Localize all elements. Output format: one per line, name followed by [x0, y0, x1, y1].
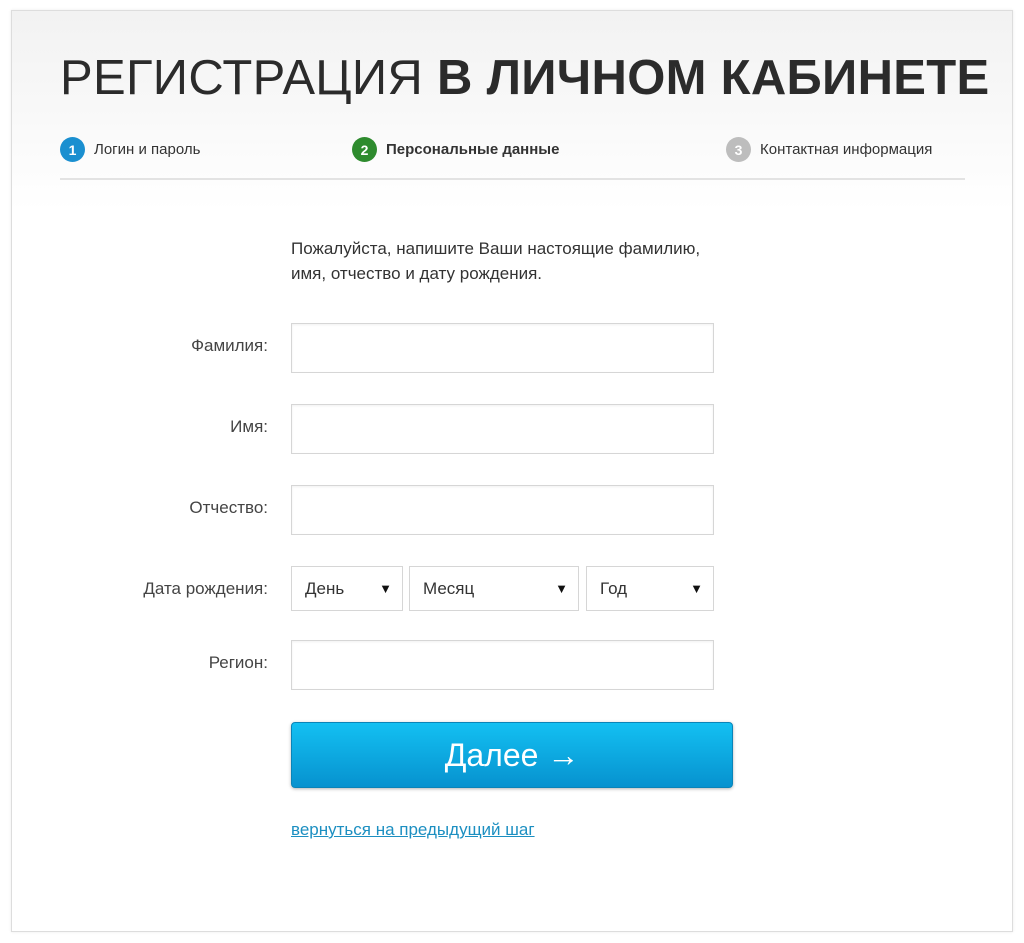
- step-number: 1: [60, 137, 85, 162]
- intro-line: Пожалуйста, напишите Ваши настоящие фами…: [291, 239, 701, 258]
- dropdown-arrow-icon: ▼: [379, 581, 392, 596]
- year-value: Год: [600, 578, 628, 598]
- surname-input[interactable]: [291, 323, 714, 373]
- title-light: РЕГИСТРАЦИЯ: [60, 51, 424, 105]
- month-select[interactable]: Месяц ▼: [409, 566, 579, 611]
- intro-line: имя, отчество и дату рождения.: [291, 264, 543, 283]
- name-input[interactable]: [291, 404, 714, 454]
- step-number: 3: [726, 137, 751, 162]
- next-button[interactable]: Далее →: [291, 722, 733, 788]
- back-link[interactable]: вернуться на предыдущий шаг: [291, 820, 535, 840]
- step-label: Контактная информация: [760, 141, 933, 158]
- step-2: 2 Персональные данные: [352, 137, 559, 162]
- day-value: День: [305, 578, 345, 598]
- step-label: Персональные данные: [386, 141, 560, 158]
- patronymic-label: Отчество:: [189, 498, 268, 517]
- birthdate-label: Дата рождения:: [143, 579, 268, 598]
- step-number: 2: [352, 137, 377, 162]
- page-title: РЕГИСТРАЦИЯ В ЛИЧНОМ КАБИНЕТЕ: [60, 50, 989, 106]
- patronymic-input[interactable]: [291, 485, 714, 535]
- name-label: Имя:: [230, 417, 268, 436]
- surname-label: Фамилия:: [191, 336, 268, 355]
- step-1: 1 Логин и пароль: [60, 137, 200, 162]
- dropdown-arrow-icon: ▼: [555, 581, 568, 596]
- step-label: Логин и пароль: [94, 141, 201, 158]
- title-bold: В ЛИЧНОМ КАБИНЕТЕ: [436, 51, 990, 105]
- divider: [60, 178, 965, 180]
- dropdown-arrow-icon: ▼: [690, 581, 703, 596]
- step-3: 3 Контактная информация: [726, 137, 932, 162]
- day-select[interactable]: День ▼: [291, 566, 403, 611]
- region-input[interactable]: [291, 640, 714, 690]
- region-label: Регион:: [208, 653, 268, 672]
- month-value: Месяц: [423, 578, 475, 598]
- year-select[interactable]: Год ▼: [586, 566, 714, 611]
- intro-text: Пожалуйста, напишите Ваши настоящие фами…: [291, 236, 700, 286]
